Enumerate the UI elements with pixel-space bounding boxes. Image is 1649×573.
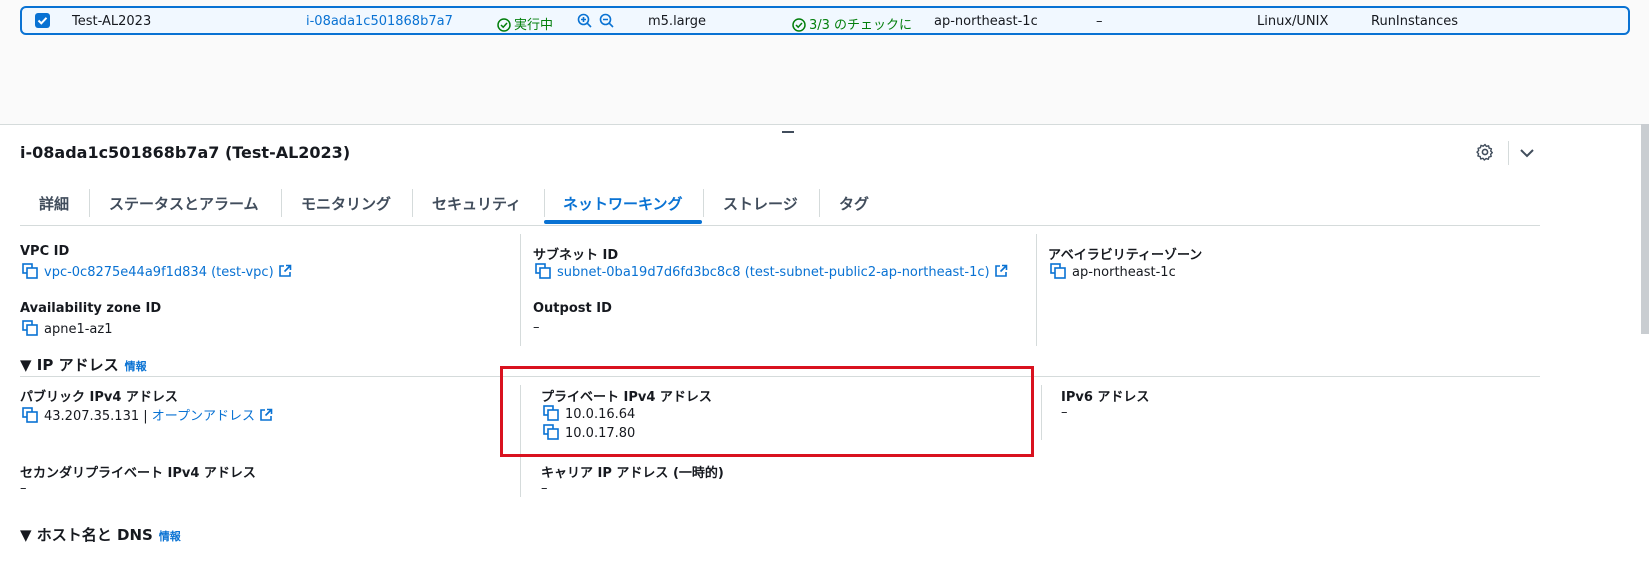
row-checkbox[interactable] [35, 13, 50, 28]
tab-storage[interactable]: ストレージ [723, 193, 798, 214]
ip-section-header[interactable]: ▼ IP アドレス 情報 [20, 354, 147, 375]
external-link-icon[interactable] [278, 264, 292, 278]
instance-type: m5.large [648, 14, 707, 29]
highlight-box [500, 366, 1034, 457]
status-check-label: 3/3 のチェックに [809, 18, 913, 33]
chevron-down-icon[interactable] [1518, 144, 1536, 162]
ipv6-value: – [1061, 405, 1068, 420]
instance-list-area: Test-AL2023 i-08ada1c501868b7a7 実行中 m5.l… [0, 0, 1649, 125]
tab-tags[interactable]: タグ [839, 193, 869, 214]
availability-zone-label: アベイラビリティーゾーン [1048, 248, 1203, 263]
tab-separator [819, 189, 820, 217]
availability-zone-value: ap-northeast-1c [1050, 263, 1176, 280]
az-id-text: apne1-az1 [44, 322, 113, 337]
public-ipv4-text: 43.207.35.131 [44, 409, 140, 424]
public-ipv4-value: 43.207.35.131 | オープンアドレス [22, 405, 273, 424]
availability-zone: ap-northeast-1c [934, 14, 1038, 29]
outpost-id-label: Outpost ID [533, 301, 612, 316]
external-link-icon[interactable] [994, 264, 1008, 278]
copy-icon[interactable] [22, 263, 38, 279]
tab-separator [703, 189, 704, 217]
tab-monitoring[interactable]: モニタリング [301, 193, 391, 214]
copy-icon[interactable] [535, 263, 551, 279]
carrier-ip-value: – [541, 481, 548, 496]
column-divider [1036, 234, 1037, 346]
table-row[interactable]: Test-AL2023 i-08ada1c501868b7a7 実行中 m5.l… [20, 6, 1630, 35]
detail-tabs: 詳細 ステータスとアラーム モニタリング セキュリティ ネットワーキング ストレ… [20, 183, 1540, 226]
instance-id-link[interactable]: i-08ada1c501868b7a7 [306, 14, 453, 29]
copy-icon[interactable] [22, 407, 38, 423]
platform: Linux/UNIX [1257, 14, 1329, 29]
ip-section-title: IP アドレス [36, 356, 119, 374]
column-divider [1041, 385, 1042, 440]
zoom-in-icon[interactable] [577, 13, 593, 29]
tab-networking[interactable]: ネットワーキング [563, 193, 683, 214]
gear-icon[interactable] [1476, 143, 1494, 161]
active-tab-indicator [544, 220, 702, 224]
secondary-private-ipv4-label: セカンダリプライベート IPv4 アドレス [20, 466, 256, 481]
secondary-private-ipv4-value: – [20, 481, 27, 496]
copy-icon[interactable] [1050, 263, 1066, 279]
open-address-link[interactable]: オープンアドレス [152, 409, 255, 424]
instance-state: 実行中 [497, 14, 553, 33]
launch-method: RunInstances [1371, 14, 1458, 29]
instance-state-label: 実行中 [514, 18, 554, 33]
az-id-value: apne1-az1 [22, 320, 112, 337]
alarm-status: – [1096, 14, 1103, 29]
host-section-header[interactable]: ▼ ホスト名と DNS 情報 [20, 524, 181, 545]
availability-zone-text: ap-northeast-1c [1072, 265, 1176, 280]
vpc-id-text[interactable]: vpc-0c8275e44a9f1d834 (test-vpc) [44, 265, 274, 280]
az-id-label: Availability zone ID [20, 301, 162, 316]
ipv6-label: IPv6 アドレス [1061, 390, 1150, 405]
host-section-title: ホスト名と DNS [36, 526, 153, 544]
subnet-id-value[interactable]: subnet-0ba19d7d6fd3bc8c8 (test-subnet-pu… [535, 263, 1008, 280]
details-title: i-08ada1c501868b7a7 (Test-AL2023) [20, 143, 351, 162]
vpc-id-label: VPC ID [20, 244, 70, 259]
tab-separator [544, 189, 545, 217]
vpc-id-value[interactable]: vpc-0c8275e44a9f1d834 (test-vpc) [22, 263, 292, 280]
public-ipv4-label: パブリック IPv4 アドレス [20, 390, 178, 405]
tab-separator [89, 189, 90, 217]
outpost-id-value: – [533, 320, 540, 335]
column-divider [520, 234, 521, 346]
ip-info-link[interactable]: 情報 [125, 360, 147, 373]
instance-name: Test-AL2023 [72, 14, 152, 29]
caret-down-icon: ▼ [20, 356, 32, 374]
split-panel-handle[interactable] [782, 131, 794, 133]
status-check[interactable]: 3/3 のチェックに [792, 14, 912, 33]
external-link-icon[interactable] [259, 408, 273, 422]
tab-security[interactable]: セキュリティ [432, 193, 521, 214]
check-circle-icon [792, 18, 806, 32]
carrier-ip-label: キャリア IP アドレス (一時的) [541, 466, 724, 481]
check-icon [37, 17, 48, 25]
header-divider [1508, 141, 1509, 165]
subnet-id-label: サブネット ID [533, 248, 619, 263]
scrollbar[interactable] [1641, 124, 1649, 334]
host-info-link[interactable]: 情報 [159, 530, 181, 543]
tab-separator [412, 189, 413, 217]
check-circle-icon [497, 18, 511, 32]
subnet-id-text[interactable]: subnet-0ba19d7d6fd3bc8c8 (test-subnet-pu… [557, 265, 990, 280]
zoom-out-icon[interactable] [599, 13, 615, 29]
copy-icon[interactable] [22, 320, 38, 336]
tab-status-alarms[interactable]: ステータスとアラーム [109, 193, 259, 214]
tab-separator [281, 189, 282, 217]
tab-details[interactable]: 詳細 [39, 193, 69, 214]
caret-down-icon: ▼ [20, 526, 32, 544]
public-ipv4-separator: | [143, 409, 148, 424]
